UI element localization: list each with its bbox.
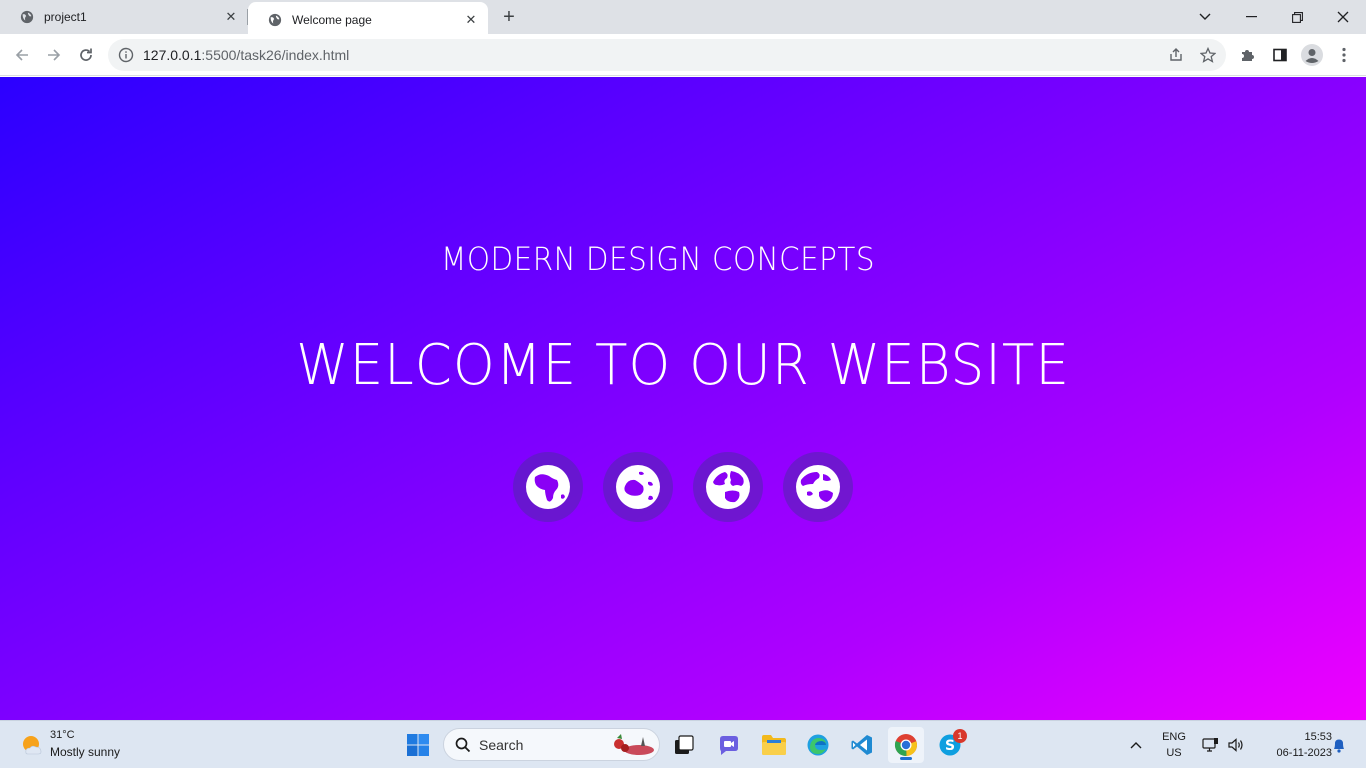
- back-button[interactable]: [8, 41, 36, 69]
- tab-title: project1: [44, 10, 87, 24]
- notifications-button[interactable]: [1328, 721, 1350, 768]
- search-placeholder: Search: [479, 736, 524, 753]
- vscode-button[interactable]: [844, 727, 880, 763]
- close-icon[interactable]: ✕: [220, 6, 242, 28]
- search-icon: [455, 737, 471, 752]
- globe-europe-icon[interactable]: [693, 452, 763, 522]
- windows-logo-icon: [407, 734, 429, 756]
- region-code: US: [1166, 747, 1182, 759]
- taskbar: 31°C Mostly sunny Search S 1 ENG US 15:5…: [0, 720, 1366, 768]
- reload-button[interactable]: [72, 41, 100, 69]
- page-headline: WELCOME TO OUR WEBSITE: [296, 333, 1070, 398]
- kebab-menu-icon: [1342, 47, 1346, 63]
- minimize-button[interactable]: [1228, 0, 1274, 34]
- chrome-button[interactable]: [888, 727, 924, 763]
- url-path: :5500/task26/index.html: [201, 47, 350, 63]
- network-button[interactable]: [1200, 721, 1222, 768]
- file-explorer-button[interactable]: [756, 727, 792, 763]
- arrow-left-icon: [15, 49, 28, 61]
- task-view-icon: [675, 735, 694, 754]
- tab-title: Welcome page: [292, 13, 372, 27]
- reload-icon: [80, 48, 92, 61]
- weather-temperature: 31°C: [50, 729, 75, 741]
- puzzle-icon: [1242, 50, 1254, 61]
- menu-button[interactable]: [1330, 41, 1358, 69]
- edge-button[interactable]: [800, 727, 836, 763]
- tab-welcome-page[interactable]: Welcome page ✕: [248, 2, 488, 38]
- globe-africa-icon[interactable]: [513, 452, 583, 522]
- info-icon[interactable]: [118, 47, 134, 63]
- tab-search-button[interactable]: [1182, 0, 1228, 34]
- side-panel-icon: [1273, 48, 1287, 62]
- address-bar[interactable]: 127.0.0.1:5500/task26/index.html: [108, 39, 1226, 71]
- extensions-button[interactable]: [1234, 41, 1262, 69]
- forward-button[interactable]: [40, 41, 68, 69]
- bookmark-button[interactable]: [1194, 39, 1222, 71]
- system-clock[interactable]: 15:53 06-11-2023: [1252, 729, 1332, 761]
- folder-icon: [762, 735, 786, 755]
- url-host: 127.0.0.1: [143, 47, 202, 63]
- active-app-indicator: [900, 757, 912, 760]
- weather-condition: Mostly sunny: [50, 745, 121, 759]
- close-window-button[interactable]: [1320, 0, 1366, 34]
- tab-strip: project1 ✕ Welcome page ✕ +: [0, 0, 1366, 38]
- show-hidden-icons-button[interactable]: [1124, 721, 1148, 768]
- share-icon: [1170, 48, 1182, 61]
- close-icon[interactable]: ✕: [460, 9, 482, 31]
- globe-icon: [268, 13, 282, 27]
- globe-icon: [20, 10, 34, 24]
- vscode-icon: [851, 735, 872, 755]
- taskbar-search[interactable]: Search: [443, 728, 660, 761]
- skype-button[interactable]: S 1: [932, 727, 968, 763]
- clock-time: 15:53: [1304, 731, 1332, 743]
- url-text[interactable]: 127.0.0.1:5500/task26/index.html: [143, 47, 349, 63]
- chevron-down-icon: [1199, 13, 1211, 20]
- globe-icon-row: [513, 452, 873, 524]
- search-highlight-icon: [614, 734, 654, 755]
- sun-cloud-icon: [23, 736, 42, 755]
- clock-date: 06-11-2023: [1276, 747, 1332, 759]
- volume-button[interactable]: [1225, 721, 1247, 768]
- language-indicator[interactable]: ENG US: [1155, 729, 1193, 761]
- globe-asia-icon[interactable]: [783, 452, 853, 522]
- start-button[interactable]: [400, 727, 436, 763]
- avatar-icon: [1301, 44, 1323, 66]
- weather-widget[interactable]: 31°C Mostly sunny: [18, 729, 158, 763]
- restore-icon: [1291, 11, 1303, 23]
- page-subtitle: MODERN DESIGN CONCEPTS: [441, 240, 875, 278]
- arrow-right-icon: [48, 49, 61, 61]
- minimize-icon: [1245, 16, 1257, 18]
- speaker-icon: [1228, 738, 1243, 752]
- restore-button[interactable]: [1274, 0, 1320, 34]
- profile-button[interactable]: [1298, 41, 1326, 69]
- side-panel-button[interactable]: [1266, 41, 1294, 69]
- notification-badge: 1: [953, 729, 967, 743]
- tab-project1[interactable]: project1 ✕: [0, 0, 248, 34]
- edge-icon: [807, 734, 829, 756]
- task-view-button[interactable]: [666, 727, 702, 763]
- star-icon: [1200, 47, 1216, 63]
- close-icon: [1337, 11, 1349, 23]
- teams-chat-icon: [720, 736, 738, 755]
- chrome-icon: [894, 734, 917, 757]
- network-icon: [1202, 738, 1218, 752]
- globe-oceania-icon[interactable]: [603, 452, 673, 522]
- chevron-up-icon: [1130, 742, 1142, 749]
- chat-button[interactable]: [711, 727, 747, 763]
- new-tab-button[interactable]: +: [497, 5, 521, 29]
- svg-text:S: S: [945, 738, 955, 754]
- bell-icon: [1334, 739, 1344, 753]
- share-button[interactable]: [1162, 39, 1190, 71]
- welcome-page-content: MODERN DESIGN CONCEPTS WELCOME TO OUR WE…: [0, 77, 1366, 720]
- browser-toolbar: 127.0.0.1:5500/task26/index.html: [0, 36, 1366, 76]
- language-code: ENG: [1162, 731, 1186, 743]
